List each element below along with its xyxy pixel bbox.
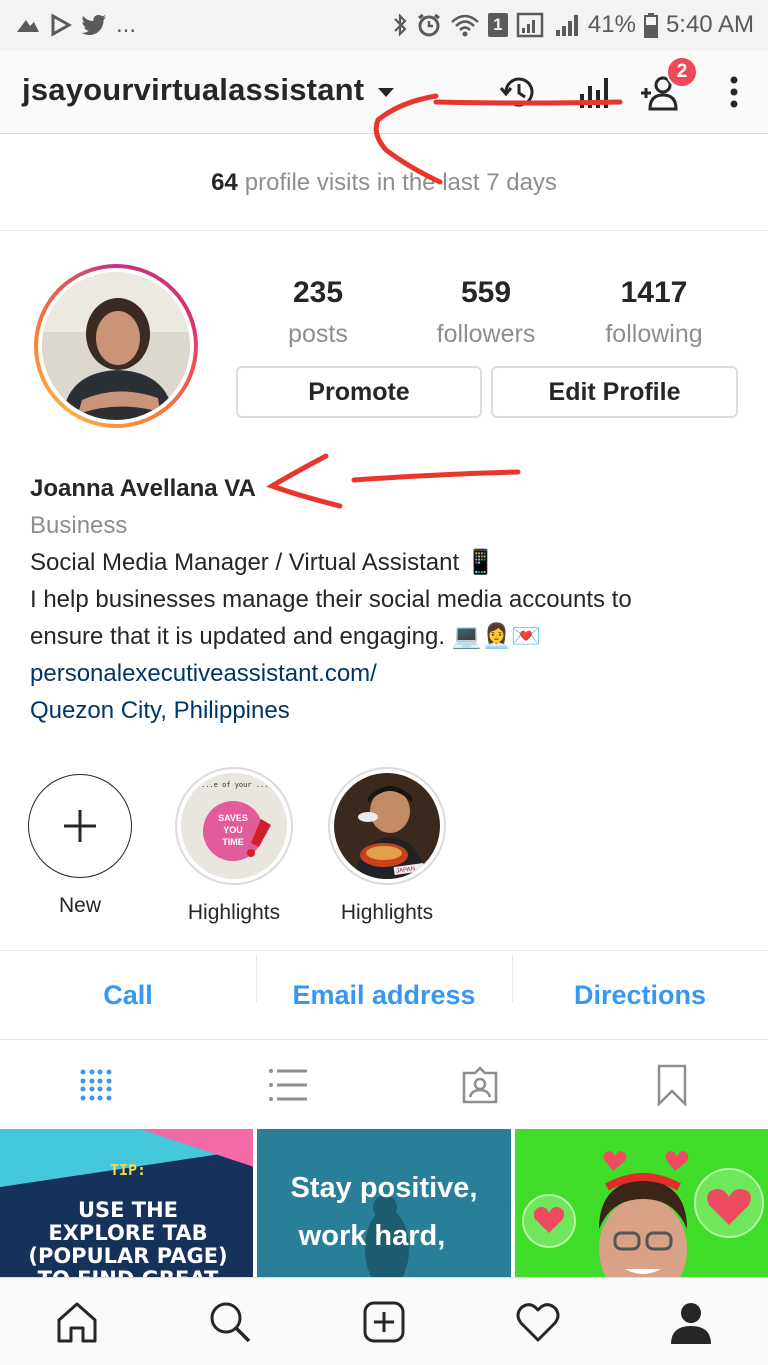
insights-icon[interactable] xyxy=(570,70,614,114)
profile-visits-count: 64 xyxy=(211,168,238,196)
svg-text:SAVES: SAVES xyxy=(218,813,248,823)
avatar[interactable] xyxy=(34,264,198,428)
stat-followers-label: followers xyxy=(436,320,536,348)
post-text: EXPLORE TAB xyxy=(48,1221,207,1245)
post-thumbnail[interactable] xyxy=(514,1129,768,1277)
profile-icon xyxy=(671,1302,712,1344)
tab-tagged[interactable] xyxy=(384,1065,576,1105)
list-icon xyxy=(269,1069,307,1101)
clock: 5:40 AM xyxy=(665,11,754,38)
add-post-icon xyxy=(363,1301,405,1342)
highlight-item[interactable]: JAPAN Highlights xyxy=(312,767,462,925)
nav-new-post[interactable] xyxy=(307,1300,461,1344)
post-text: TIP: xyxy=(110,1161,146,1179)
bio-line-3: ensure that it is updated and engaging. … xyxy=(30,623,542,650)
location-link[interactable]: Quezon City, Philippines xyxy=(30,692,750,729)
highlight-label: Highlights xyxy=(340,901,434,924)
bluetooth-icon xyxy=(394,13,407,37)
promote-button[interactable]: Promote xyxy=(236,366,482,418)
home-icon xyxy=(57,1302,97,1342)
sim-badge: 1 xyxy=(487,13,508,37)
status-more: ... xyxy=(116,11,137,38)
status-right: 1 41% 5:40 AM xyxy=(392,11,754,39)
profile-tabs xyxy=(0,1041,768,1129)
play-store-icon xyxy=(51,13,72,37)
post-thumbnail[interactable]: TIP: USE THE EXPLORE TAB (POPULAR PAGE) … xyxy=(0,1129,254,1277)
profile-category: Business xyxy=(30,512,128,539)
profile-visits-banner[interactable]: 64 profile visits in the last 7 days xyxy=(0,135,768,231)
website-link[interactable]: personalexecutiveassistant.com/ xyxy=(30,655,750,692)
new-highlight-circle[interactable] xyxy=(28,774,132,878)
wifi-icon xyxy=(451,14,479,37)
stat-following-label: following xyxy=(605,320,703,348)
highlight-label: Highlights xyxy=(187,901,281,924)
edit-profile-button[interactable]: Edit Profile xyxy=(491,366,738,418)
signal-icon xyxy=(516,12,544,38)
call-button[interactable]: Call xyxy=(0,980,256,1011)
highlight-sticker-text: JAPAN xyxy=(396,866,416,875)
nav-search[interactable] xyxy=(154,1300,308,1344)
highlight-caption: ...e of your ...roductive time per day. xyxy=(201,781,287,789)
highlight-cover-image: JAPAN xyxy=(334,773,440,879)
more-options-icon[interactable] xyxy=(712,70,756,114)
post-text: work hard, xyxy=(298,1220,446,1252)
stat-following-value: 1417 xyxy=(620,276,688,309)
notification-badge: 2 xyxy=(666,56,698,88)
alarm-icon xyxy=(417,13,440,37)
directions-button[interactable]: Directions xyxy=(512,955,768,1011)
highlight-new[interactable]: New xyxy=(5,774,155,918)
email-button[interactable]: Email address xyxy=(256,955,512,1011)
profile-visits-text: profile visits in the last 7 days xyxy=(244,168,557,196)
plus-icon xyxy=(64,810,96,842)
stat-posts[interactable]: 235 posts xyxy=(238,276,398,349)
bookmark-icon xyxy=(657,1064,687,1106)
tab-list[interactable] xyxy=(192,1067,384,1103)
tagged-icon xyxy=(462,1066,498,1104)
highlight-label: New xyxy=(58,894,101,917)
grid-icon xyxy=(80,1069,112,1101)
stat-following[interactable]: 1417 following xyxy=(574,276,734,349)
highlight-cover-image: ...e of your ...roductive time per day. … xyxy=(181,773,287,879)
nav-profile[interactable] xyxy=(614,1300,768,1344)
highlight-item[interactable]: ...e of your ...roductive time per day. … xyxy=(159,767,309,925)
nav-activity[interactable] xyxy=(461,1301,615,1343)
post-grid: TIP: USE THE EXPLORE TAB (POPULAR PAGE) … xyxy=(0,1129,768,1277)
profile-name: Joanna Avellana VA xyxy=(30,475,256,502)
stat-posts-value: 235 xyxy=(292,276,344,309)
signal-strength-icon xyxy=(555,15,578,36)
post-thumbnail[interactable]: Stay positive, work hard, xyxy=(257,1129,511,1277)
post-text: USE THE xyxy=(78,1198,178,1222)
post-text: Stay positive, xyxy=(291,1172,478,1204)
svg-text:TIME: TIME xyxy=(222,837,244,847)
status-left: ... xyxy=(14,11,136,39)
contact-actions: Call Email address Directions xyxy=(0,950,768,1040)
tab-saved[interactable] xyxy=(576,1064,768,1106)
profile-photo xyxy=(42,272,190,420)
bio: Joanna Avellana VA Business Social Media… xyxy=(30,470,750,729)
post-text: (POPULAR PAGE) xyxy=(28,1244,227,1268)
svg-text:YOU: YOU xyxy=(223,825,243,835)
nav-home[interactable] xyxy=(0,1300,154,1344)
stat-followers[interactable]: 559 followers xyxy=(406,276,566,349)
chevron-down-icon[interactable] xyxy=(378,88,394,97)
battery-percent: 41% xyxy=(587,11,636,38)
search-icon xyxy=(210,1302,251,1342)
stat-followers-value: 559 xyxy=(460,276,512,309)
account-switcher-username[interactable]: jsayourvirtualassistant xyxy=(22,72,364,108)
app-notification-icon xyxy=(17,20,39,32)
profile-header: jsayourvirtualassistant xyxy=(0,50,768,134)
bio-line-2: I help businesses manage their social me… xyxy=(30,586,632,613)
twitter-icon xyxy=(81,15,106,35)
bottom-nav xyxy=(0,1277,768,1365)
battery-icon xyxy=(643,13,658,38)
archive-history-icon[interactable] xyxy=(496,70,540,114)
post-text: TO FIND GREAT xyxy=(38,1267,219,1277)
heart-icon xyxy=(516,1302,560,1341)
status-bar: ... 1 41% 5:40 AM xyxy=(0,0,768,50)
stat-posts-label: posts xyxy=(288,320,348,348)
bio-line-1: Social Media Manager / Virtual Assistant… xyxy=(30,549,496,576)
tab-grid[interactable] xyxy=(0,1068,192,1102)
